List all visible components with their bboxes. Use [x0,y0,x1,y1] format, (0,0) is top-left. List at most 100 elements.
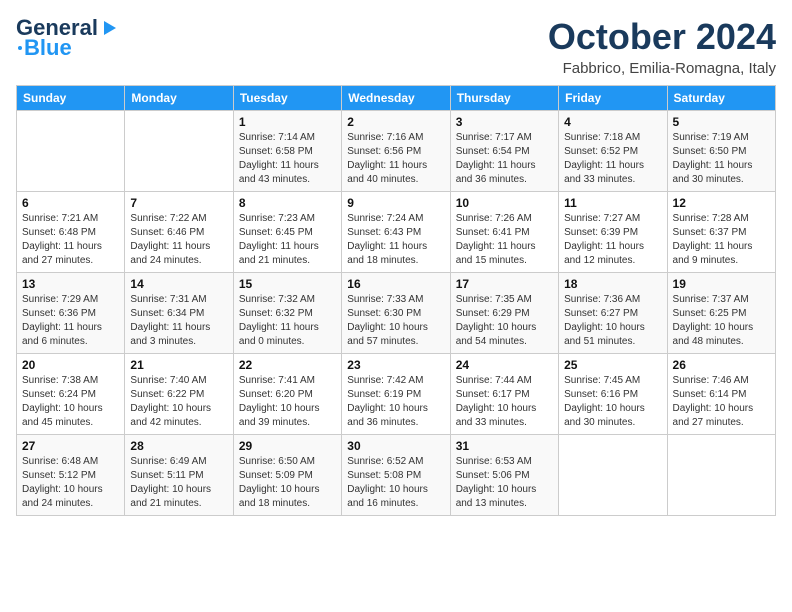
day-info: Sunrise: 7:23 AM Sunset: 6:45 PM Dayligh… [239,212,336,268]
day-info: Sunrise: 7:40 AM Sunset: 6:22 PM Dayligh… [130,374,227,430]
day-number: 15 [239,277,336,291]
calendar-cell: 14 Sunrise: 7:31 AM Sunset: 6:34 PM Dayli… [125,273,233,354]
day-info: Sunrise: 6:52 AM Sunset: 5:08 PM Dayligh… [347,455,444,511]
calendar-cell: 17 Sunrise: 7:35 AM Sunset: 6:29 PM Dayli… [450,273,558,354]
day-info: Sunrise: 6:49 AM Sunset: 5:11 PM Dayligh… [130,455,227,511]
day-number: 10 [456,196,553,210]
day-number: 11 [564,196,661,210]
day-info: Sunrise: 7:19 AM Sunset: 6:50 PM Dayligh… [673,131,770,187]
calendar-cell: 19 Sunrise: 7:37 AM Sunset: 6:25 PM Dayli… [667,273,775,354]
day-number: 21 [130,358,227,372]
col-header-friday: Friday [559,86,667,111]
day-info: Sunrise: 7:35 AM Sunset: 6:29 PM Dayligh… [456,293,553,349]
calendar-cell: 24 Sunrise: 7:44 AM Sunset: 6:17 PM Dayli… [450,354,558,435]
title-block: October 2024 Fabbrico, Emilia-Romagna, I… [548,16,776,77]
col-header-wednesday: Wednesday [342,86,450,111]
calendar-table: SundayMondayTuesdayWednesdayThursdayFrid… [16,85,776,516]
day-number: 19 [673,277,770,291]
day-number: 16 [347,277,444,291]
day-info: Sunrise: 7:28 AM Sunset: 6:37 PM Dayligh… [673,212,770,268]
day-info: Sunrise: 7:26 AM Sunset: 6:41 PM Dayligh… [456,212,553,268]
calendar-cell: 13 Sunrise: 7:29 AM Sunset: 6:36 PM Dayli… [17,273,125,354]
day-info: Sunrise: 7:46 AM Sunset: 6:14 PM Dayligh… [673,374,770,430]
calendar-cell: 10 Sunrise: 7:26 AM Sunset: 6:41 PM Dayli… [450,192,558,273]
day-number: 7 [130,196,227,210]
calendar-subtitle: Fabbrico, Emilia-Romagna, Italy [548,60,776,77]
calendar-cell: 8 Sunrise: 7:23 AM Sunset: 6:45 PM Daylig… [233,192,341,273]
col-header-monday: Monday [125,86,233,111]
day-number: 18 [564,277,661,291]
calendar-cell: 22 Sunrise: 7:41 AM Sunset: 6:20 PM Dayli… [233,354,341,435]
logo: General Blue [16,16,118,60]
day-info: Sunrise: 7:37 AM Sunset: 6:25 PM Dayligh… [673,293,770,349]
day-info: Sunrise: 7:29 AM Sunset: 6:36 PM Dayligh… [22,293,119,349]
day-info: Sunrise: 7:38 AM Sunset: 6:24 PM Dayligh… [22,374,119,430]
calendar-cell: 4 Sunrise: 7:18 AM Sunset: 6:52 PM Daylig… [559,111,667,192]
calendar-cell [17,111,125,192]
calendar-cell: 1 Sunrise: 7:14 AM Sunset: 6:58 PM Daylig… [233,111,341,192]
day-info: Sunrise: 7:44 AM Sunset: 6:17 PM Dayligh… [456,374,553,430]
day-number: 20 [22,358,119,372]
calendar-cell: 5 Sunrise: 7:19 AM Sunset: 6:50 PM Daylig… [667,111,775,192]
calendar-cell [559,435,667,516]
calendar-cell: 6 Sunrise: 7:21 AM Sunset: 6:48 PM Daylig… [17,192,125,273]
calendar-cell: 15 Sunrise: 7:32 AM Sunset: 6:32 PM Dayli… [233,273,341,354]
calendar-cell: 3 Sunrise: 7:17 AM Sunset: 6:54 PM Daylig… [450,111,558,192]
day-info: Sunrise: 7:32 AM Sunset: 6:32 PM Dayligh… [239,293,336,349]
logo-blue-text: Blue [24,36,72,60]
calendar-cell: 29Sunrise: 6:50 AM Sunset: 5:09 PM Dayli… [233,435,341,516]
day-info: Sunrise: 7:36 AM Sunset: 6:27 PM Dayligh… [564,293,661,349]
day-info: Sunrise: 7:16 AM Sunset: 6:56 PM Dayligh… [347,131,444,187]
day-info: Sunrise: 7:41 AM Sunset: 6:20 PM Dayligh… [239,374,336,430]
day-number: 22 [239,358,336,372]
calendar-cell [125,111,233,192]
col-header-saturday: Saturday [667,86,775,111]
day-info: Sunrise: 7:27 AM Sunset: 6:39 PM Dayligh… [564,212,661,268]
day-number: 12 [673,196,770,210]
day-info: Sunrise: 7:31 AM Sunset: 6:34 PM Dayligh… [130,293,227,349]
calendar-cell: 23 Sunrise: 7:42 AM Sunset: 6:19 PM Dayli… [342,354,450,435]
calendar-cell: 21 Sunrise: 7:40 AM Sunset: 6:22 PM Dayli… [125,354,233,435]
day-number: 27 [22,439,119,453]
calendar-cell: 25Sunrise: 7:45 AM Sunset: 6:16 PM Dayli… [559,354,667,435]
calendar-cell: 12 Sunrise: 7:28 AM Sunset: 6:37 PM Dayli… [667,192,775,273]
day-number: 26 [673,358,770,372]
calendar-cell: 27 Sunrise: 6:48 AM Sunset: 5:12 PM Dayli… [17,435,125,516]
calendar-cell: 28 Sunrise: 6:49 AM Sunset: 5:11 PM Dayli… [125,435,233,516]
calendar-cell: 11 Sunrise: 7:27 AM Sunset: 6:39 PM Dayli… [559,192,667,273]
calendar-cell: 20 Sunrise: 7:38 AM Sunset: 6:24 PM Dayli… [17,354,125,435]
day-info: Sunrise: 6:48 AM Sunset: 5:12 PM Dayligh… [22,455,119,511]
day-number: 23 [347,358,444,372]
day-number: 3 [456,115,553,129]
day-info: Sunrise: 7:17 AM Sunset: 6:54 PM Dayligh… [456,131,553,187]
calendar-cell: 30 Sunrise: 6:52 AM Sunset: 5:08 PM Dayli… [342,435,450,516]
day-number: 4 [564,115,661,129]
calendar-cell: 16Sunrise: 7:33 AM Sunset: 6:30 PM Dayli… [342,273,450,354]
day-number: 13 [22,277,119,291]
day-number: 5 [673,115,770,129]
day-info: Sunrise: 7:18 AM Sunset: 6:52 PM Dayligh… [564,131,661,187]
day-info: Sunrise: 6:50 AM Sunset: 5:09 PM Dayligh… [239,455,336,511]
calendar-title: October 2024 [548,16,776,58]
day-number: 30 [347,439,444,453]
day-info: Sunrise: 7:21 AM Sunset: 6:48 PM Dayligh… [22,212,119,268]
calendar-cell: 31Sunrise: 6:53 AM Sunset: 5:06 PM Dayli… [450,435,558,516]
day-info: Sunrise: 6:53 AM Sunset: 5:06 PM Dayligh… [456,455,553,511]
day-number: 17 [456,277,553,291]
day-number: 14 [130,277,227,291]
day-number: 6 [22,196,119,210]
day-info: Sunrise: 7:42 AM Sunset: 6:19 PM Dayligh… [347,374,444,430]
page-header: General Blue October 2024 Fabbrico, Emil… [16,16,776,77]
calendar-cell: 7 Sunrise: 7:22 AM Sunset: 6:46 PM Daylig… [125,192,233,273]
col-header-sunday: Sunday [17,86,125,111]
day-info: Sunrise: 7:45 AM Sunset: 6:16 PM Dayligh… [564,374,661,430]
day-info: Sunrise: 7:14 AM Sunset: 6:58 PM Dayligh… [239,131,336,187]
day-info: Sunrise: 7:24 AM Sunset: 6:43 PM Dayligh… [347,212,444,268]
day-number: 24 [456,358,553,372]
day-number: 8 [239,196,336,210]
day-info: Sunrise: 7:22 AM Sunset: 6:46 PM Dayligh… [130,212,227,268]
day-number: 28 [130,439,227,453]
day-number: 1 [239,115,336,129]
calendar-cell: 9Sunrise: 7:24 AM Sunset: 6:43 PM Daylig… [342,192,450,273]
day-number: 2 [347,115,444,129]
